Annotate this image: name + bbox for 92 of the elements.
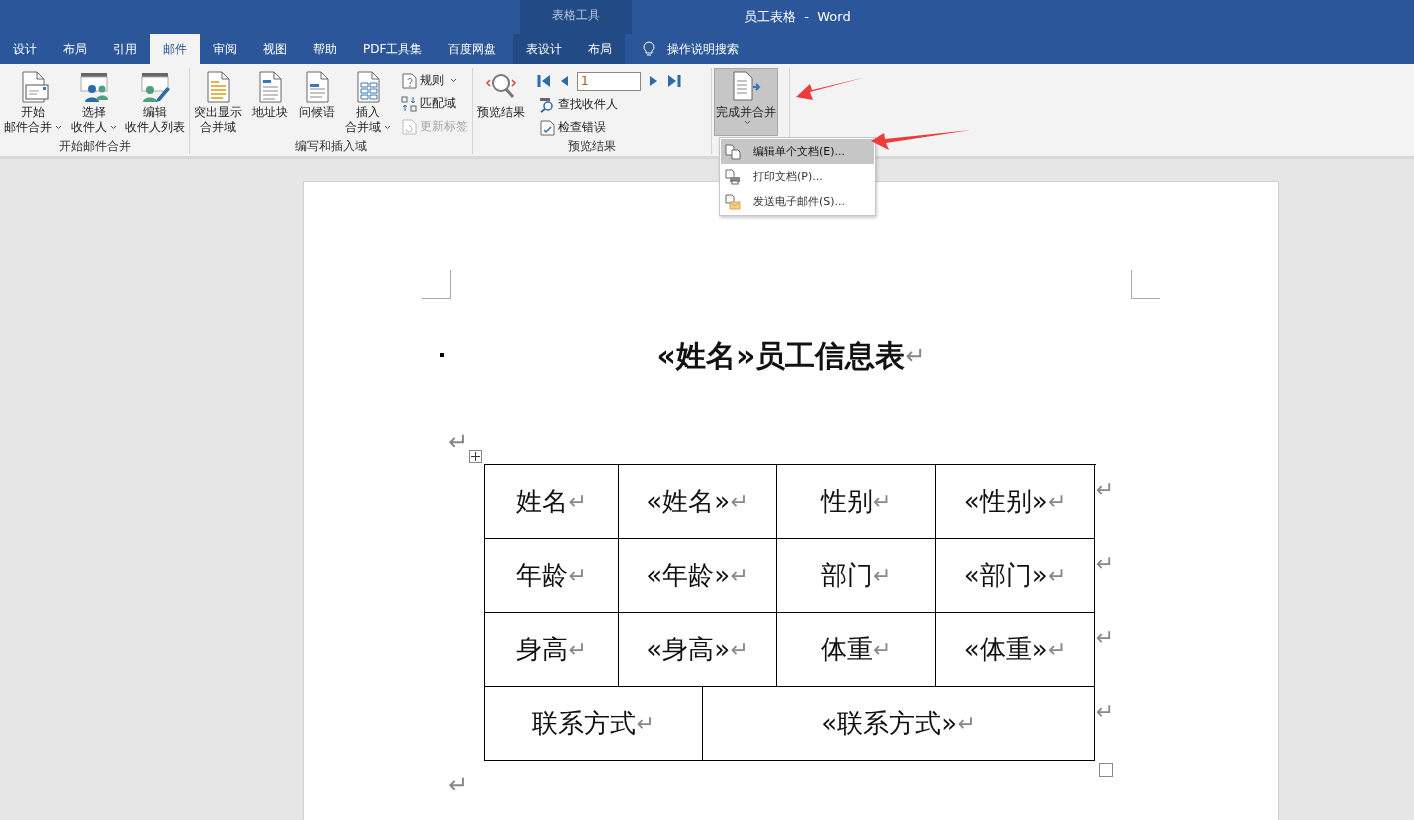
table-cell: 体重↵ (777, 613, 936, 687)
ribbon-tab[interactable]: 邮件 (150, 34, 200, 64)
ribbon-button[interactable]: 预览结果 (475, 68, 527, 121)
table-move-handle-icon[interactable] (469, 450, 482, 463)
ribbon-button[interactable]: 问候语 (296, 68, 337, 121)
ribbon-tab[interactable]: 引用 (100, 34, 150, 64)
table-cell: 部门↵ (777, 539, 936, 613)
paragraph-mark: ↵ (448, 428, 469, 456)
document-heading: «姓名»员工信息表 (656, 336, 906, 375)
menu-item[interactable]: 打印文档(P)... (721, 164, 874, 189)
document-refresh-icon (401, 118, 417, 135)
last-record-icon[interactable] (667, 74, 681, 88)
table-cell: «年龄»↵ (619, 539, 777, 613)
row-end-mark: ↵ (1095, 699, 1114, 724)
paragraph-mark: ↵ (1047, 489, 1067, 514)
bullet-mark (440, 353, 444, 357)
document-check-icon (539, 119, 555, 136)
paragraph-mark: ↵ (957, 711, 976, 736)
ribbon-button[interactable]: 选择 收件人 (68, 68, 119, 136)
paragraph-mark: ↵ (448, 771, 469, 799)
corner-mark (1131, 270, 1160, 299)
ribbon-tab[interactable]: PDF工具集 (350, 34, 436, 64)
group-label: 编写和插入域 (294, 138, 368, 154)
paragraph-mark: ↵ (730, 489, 749, 514)
match-arrows-icon (401, 95, 417, 112)
ribbon-button[interactable]: 完成并合并 (714, 68, 778, 136)
ribbon-button[interactable]: 编辑 收件人列表 (123, 68, 187, 136)
search-icon (539, 96, 555, 113)
table-cell: «性别»↵ (936, 465, 1095, 539)
ribbon-button[interactable]: 检查错误 (537, 117, 681, 138)
printer-icon (725, 168, 741, 185)
table-cell: «联系方式»↵ (703, 687, 1095, 761)
document-question-icon (401, 72, 417, 89)
tell-me-search[interactable]: 操作说明搜索 (667, 40, 740, 58)
ribbon-tab[interactable]: 布局 (50, 34, 100, 64)
paragraph-mark: ↵ (568, 489, 587, 514)
previous-record-icon[interactable] (559, 74, 569, 88)
paragraph-mark: ↵ (905, 342, 926, 370)
ribbon-button[interactable]: 插入 合并域 (342, 68, 393, 136)
document-arrow-icon (730, 71, 762, 103)
first-record-icon[interactable] (537, 74, 551, 88)
table-cell: 性别↵ (777, 465, 936, 539)
ribbon-tab[interactable]: 审阅 (200, 34, 250, 64)
table-resize-handle[interactable] (1099, 763, 1113, 777)
paragraph-mark: ↵ (730, 563, 749, 588)
people-pencil-icon (139, 71, 171, 103)
ribbon-tab[interactable]: 视图 (250, 34, 300, 64)
table-cell: «体重»↵ (936, 613, 1095, 687)
corner-mark (422, 270, 451, 299)
ribbon-button[interactable]: 突出显示 合并域 (192, 68, 244, 136)
window-title: 员工表格 - Word (744, 8, 851, 26)
group-label: 预览结果 (567, 138, 617, 154)
paragraph-mark: ↵ (872, 489, 892, 514)
paragraph-mark: ↵ (1047, 637, 1067, 662)
ribbon-tab[interactable]: 帮助 (300, 34, 350, 64)
paragraph-mark: ↵ (872, 637, 892, 662)
ribbon-button[interactable]: 地址块 (250, 68, 291, 121)
envelope-icon (725, 193, 741, 210)
ribbon-button[interactable]: 开始 邮件合并 (2, 68, 64, 136)
table-cell: 身高↵ (485, 613, 619, 687)
record-number-field[interactable]: 1 (577, 71, 641, 91)
ribbon-button[interactable]: 查找收件人 (537, 94, 681, 115)
row-end-mark: ↵ (1095, 551, 1114, 576)
documents-icon (725, 143, 741, 160)
ribbon-tab[interactable]: 布局 (575, 34, 626, 64)
lightbulb-icon (643, 41, 656, 57)
people-icon (77, 71, 110, 103)
ribbon-button[interactable]: 匹配域 (399, 93, 470, 114)
row-end-mark: ↵ (1095, 477, 1114, 502)
ribbon-button[interactable]: 规则 (399, 70, 470, 91)
table-cell: «部门»↵ (936, 539, 1095, 613)
table-cell: 联系方式↵ (485, 687, 703, 761)
row-end-mark: ↵ (1095, 625, 1114, 650)
context-tab-label: 表格工具 (520, 0, 632, 34)
menu-item[interactable]: 编辑单个文档(E)... (721, 139, 874, 164)
paragraph-mark: ↵ (1047, 563, 1067, 588)
next-record-icon[interactable] (649, 74, 659, 88)
ribbon-tab[interactable]: 表设计 (513, 34, 576, 64)
table-cell: 姓名↵ (485, 465, 619, 539)
table-cell: «身高»↵ (619, 613, 777, 687)
table-cell: 年龄↵ (485, 539, 619, 613)
table-cell: «姓名»↵ (619, 465, 777, 539)
ribbon-button: 更新标签 (399, 116, 470, 137)
menu-item[interactable]: 发送电子邮件(S)... (721, 189, 874, 214)
paragraph-mark: ↵ (568, 563, 587, 588)
paragraph-mark: ↵ (636, 711, 655, 736)
group-label: 开始邮件合并 (57, 138, 132, 154)
paragraph-mark: ↵ (568, 637, 587, 662)
ribbon-tab[interactable]: 设计 (0, 34, 50, 64)
paragraph-mark: ↵ (872, 563, 892, 588)
ribbon-tab[interactable]: 百度网盘 (435, 34, 510, 64)
paragraph-mark: ↵ (730, 637, 749, 662)
